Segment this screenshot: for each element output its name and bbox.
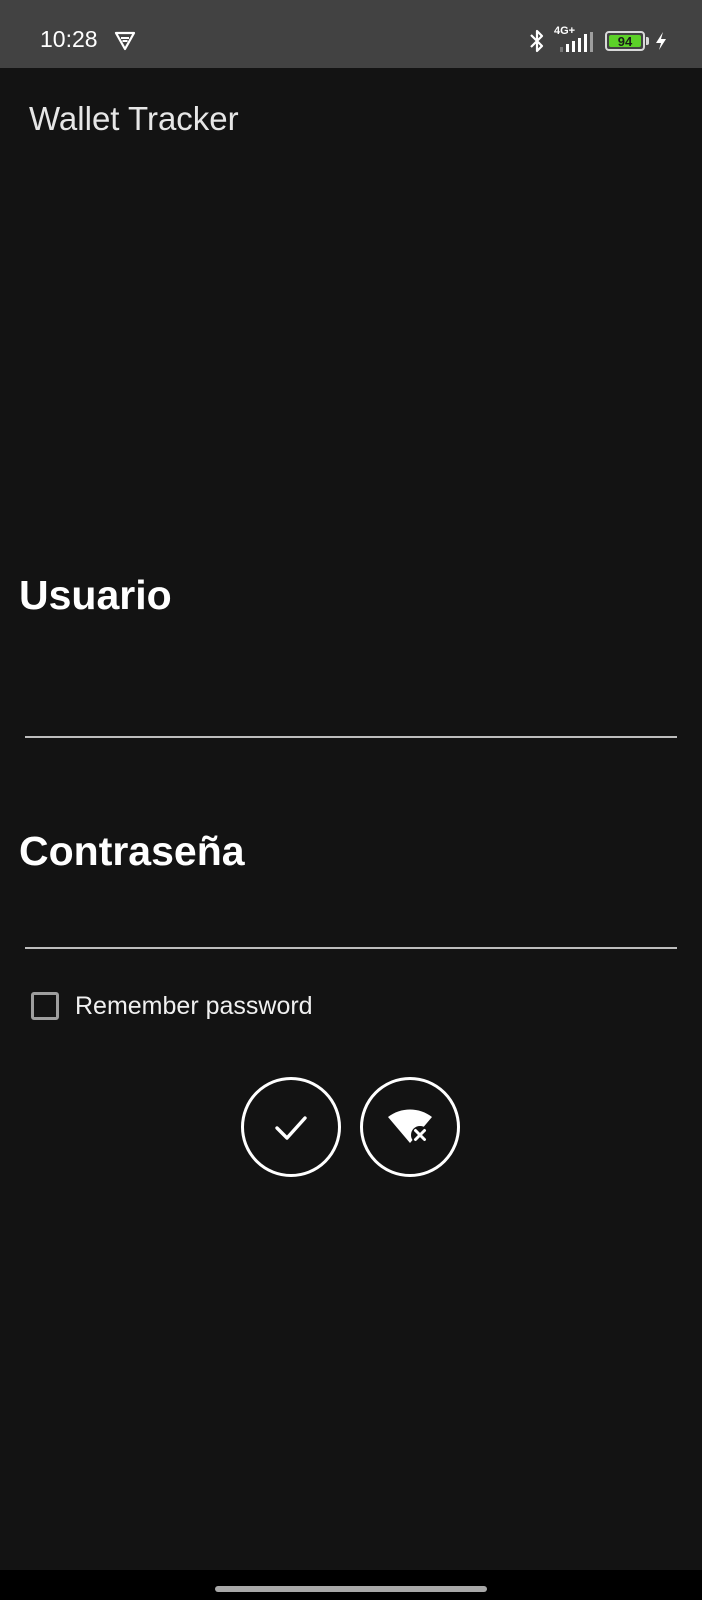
confirm-login-button[interactable] — [241, 1077, 341, 1177]
home-gesture-handle[interactable] — [215, 1586, 487, 1592]
app-title: Wallet Tracker — [29, 100, 239, 137]
remember-password-row[interactable]: Remember password — [31, 990, 313, 1022]
status-bar: 10:28 4G+ 94 — [0, 0, 702, 68]
username-input[interactable] — [25, 682, 677, 738]
password-input[interactable] — [25, 893, 677, 949]
login-screen: 10:28 4G+ 94 Wallet Tracker Usuario Cont… — [0, 0, 702, 1600]
check-icon — [275, 1116, 307, 1140]
password-label: Contraseña — [19, 828, 245, 874]
wifi-off-icon — [388, 1109, 432, 1144]
charging-bolt-icon — [656, 32, 666, 50]
offline-mode-button[interactable] — [360, 1077, 460, 1177]
remember-password-label: Remember password — [75, 991, 313, 1020]
vpn-icon — [114, 31, 136, 51]
signal-icon — [560, 32, 593, 52]
username-label: Usuario — [19, 572, 172, 618]
system-navigation-bar — [0, 1570, 702, 1600]
remember-password-checkbox[interactable] — [31, 992, 59, 1020]
status-time: 10:28 — [40, 26, 98, 52]
bluetooth-icon — [530, 29, 544, 53]
battery-icon: 94 — [605, 31, 645, 51]
battery-tip — [646, 37, 649, 45]
battery-level: 94 — [609, 34, 641, 49]
